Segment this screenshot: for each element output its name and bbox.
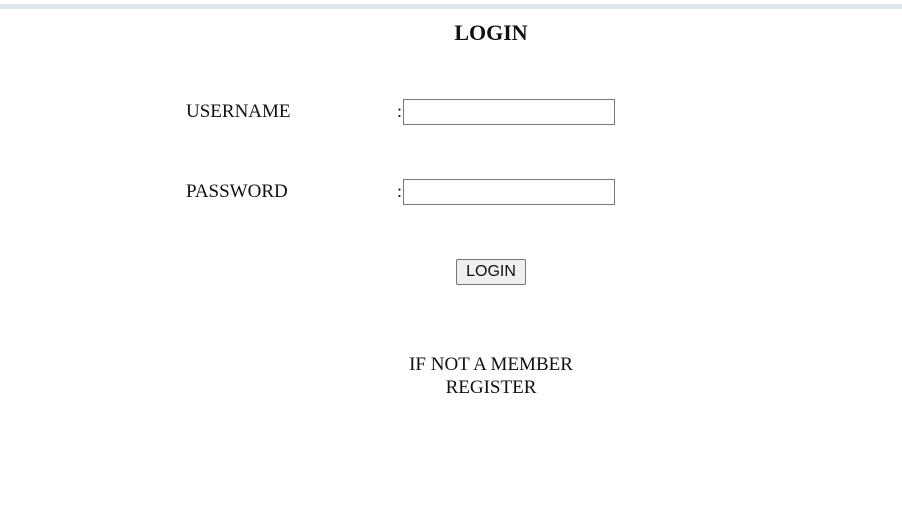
top-divider	[0, 4, 902, 9]
login-page: LOGIN USERNAME : PASSWORD : LOGIN IF NOT…	[0, 0, 902, 528]
username-input[interactable]	[403, 99, 615, 125]
login-button[interactable]: LOGIN	[456, 259, 526, 285]
password-colon: :	[397, 181, 403, 201]
username-colon: :	[397, 101, 403, 121]
register-link[interactable]: REGISTER	[391, 376, 591, 399]
username-label: USERNAME	[186, 101, 291, 122]
register-prompt: IF NOT A MEMBER REGISTER	[391, 353, 591, 399]
password-label: PASSWORD	[186, 181, 288, 202]
page-title: LOGIN	[454, 20, 528, 45]
password-input[interactable]	[403, 179, 615, 205]
member-prompt-text: IF NOT A MEMBER	[409, 354, 573, 375]
